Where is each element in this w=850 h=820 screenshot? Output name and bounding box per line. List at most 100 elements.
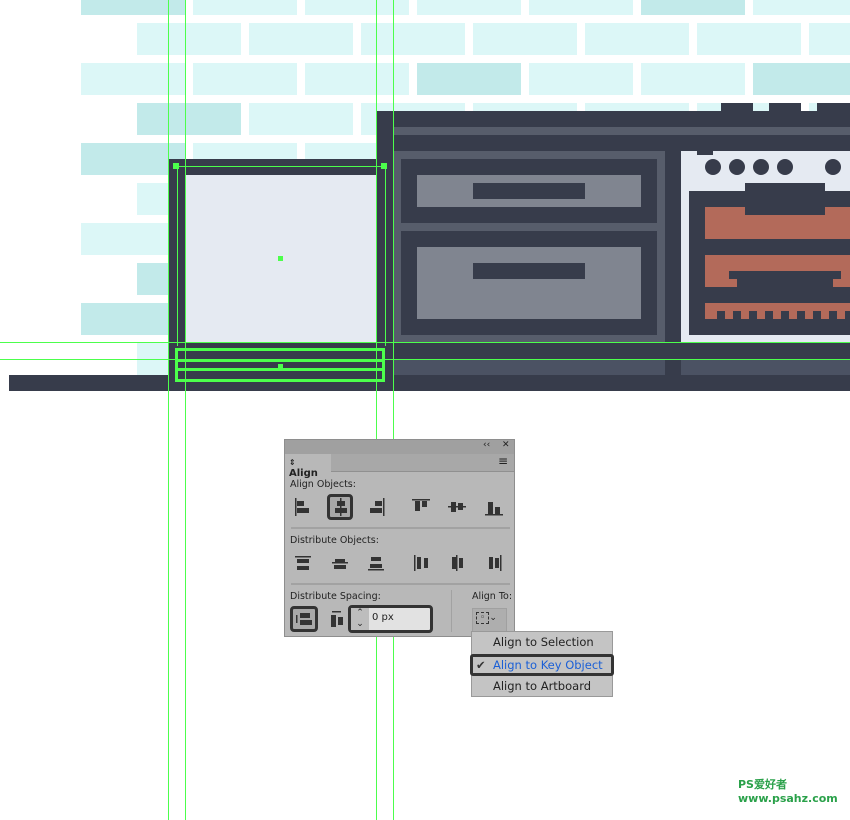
- spacing-stepper-icon[interactable]: ⌃ ⌄: [351, 608, 369, 630]
- menu-item-label: Align to Key Object: [493, 658, 603, 672]
- distribute-objects-label: Distribute Objects:: [290, 535, 379, 546]
- panel-header[interactable]: ‹‹ ✕: [285, 440, 514, 454]
- vertical-distribute-bottom-icon: [368, 557, 384, 571]
- brick: [585, 23, 689, 55]
- vertical-distribute-center-button[interactable]: [327, 550, 353, 576]
- oven-notch: [697, 151, 713, 155]
- base-panel: [393, 359, 665, 375]
- horizontal-distribute-left-icon: [413, 555, 428, 571]
- align-to-dropdown[interactable]: ◦ ⌄: [472, 608, 507, 632]
- align-objects-label: Align Objects:: [290, 479, 356, 490]
- watermark: PS爱好者 www.psahz.com: [738, 778, 838, 805]
- vertical-align-top-icon: [411, 499, 430, 511]
- spacing-input[interactable]: ⌃ ⌄ 0 px: [348, 605, 433, 633]
- menu-item-label: Align to Selection: [493, 635, 594, 649]
- brick: [529, 0, 633, 15]
- tab-align[interactable]: ⇕ Align: [285, 454, 331, 479]
- horizontal-align-center-button[interactable]: [326, 494, 353, 520]
- align-to-menu: Align to Selection ✔ Align to Key Object…: [470, 631, 614, 698]
- vertical-distribute-bottom-button[interactable]: [363, 550, 389, 576]
- horizontal-distribute-center-icon: [452, 555, 463, 571]
- horizontal-distribute-center-button[interactable]: [444, 550, 470, 576]
- guide-line[interactable]: [168, 0, 169, 820]
- brick: [641, 63, 745, 95]
- horizontal-distribute-space-button[interactable]: [324, 606, 350, 632]
- menu-item-align-to-artboard[interactable]: Align to Artboard: [472, 676, 612, 698]
- brick: [193, 63, 297, 95]
- panel-tab-bar: ⇕ Align ≡: [285, 454, 514, 479]
- guide-line[interactable]: [0, 359, 850, 360]
- brick: [81, 0, 185, 15]
- vertical-distribute-space-button[interactable]: [290, 606, 318, 632]
- horizontal-distribute-right-icon: [488, 555, 501, 571]
- menu-item-align-to-selection[interactable]: Align to Selection: [472, 632, 612, 654]
- brick: [249, 23, 353, 55]
- brick: [753, 63, 850, 95]
- guide-line[interactable]: [376, 0, 377, 820]
- brick: [473, 23, 577, 55]
- drawer-bottom-face: [417, 247, 641, 319]
- oven-knob[interactable]: [777, 159, 793, 175]
- oven-knob[interactable]: [729, 159, 745, 175]
- tab-arrows-icon: ⇕: [289, 458, 296, 467]
- horizontal-align-left-button[interactable]: [290, 494, 316, 520]
- grill-tooth: [781, 311, 789, 319]
- menu-item-label: Align to Artboard: [493, 679, 592, 693]
- selection-bounds: [177, 166, 178, 346]
- horizontal-align-right-button[interactable]: [363, 494, 389, 520]
- vertical-distribute-space-icon: [296, 613, 312, 625]
- guide-line[interactable]: [393, 0, 394, 820]
- selection-center-point: [278, 256, 283, 261]
- selection-handle[interactable]: [173, 163, 179, 169]
- horizontal-distribute-right-button[interactable]: [481, 550, 507, 576]
- floor-strip: [9, 375, 850, 391]
- guide-line[interactable]: [185, 0, 186, 820]
- grill-tooth: [733, 311, 741, 319]
- spacing-value: 0 px: [372, 612, 394, 623]
- grill-tooth: [797, 311, 805, 319]
- collapse-icon[interactable]: ‹‹: [483, 440, 490, 450]
- brick: [417, 0, 521, 15]
- tab-label: Align: [289, 468, 318, 479]
- menu-item-align-to-key-object[interactable]: ✔ Align to Key Object: [470, 654, 614, 676]
- grill-tooth: [813, 311, 821, 319]
- horizontal-distribute-left-button[interactable]: [408, 550, 434, 576]
- vertical-distribute-top-button[interactable]: [290, 550, 316, 576]
- grill-tooth: [829, 311, 837, 319]
- vertical-align-bottom-button[interactable]: [481, 494, 507, 520]
- brick: [697, 23, 801, 55]
- brick: [137, 23, 241, 55]
- distribute-spacing-label: Distribute Spacing:: [290, 591, 381, 602]
- oven-knob[interactable]: [825, 159, 841, 175]
- grill-tooth: [845, 311, 850, 319]
- horizontal-align-right-icon: [370, 498, 385, 516]
- checkmark-icon: ✔: [476, 658, 486, 672]
- vertical-align-center-button[interactable]: [444, 494, 470, 520]
- panel-menu-icon[interactable]: ≡: [498, 454, 508, 468]
- brick: [81, 63, 185, 95]
- vertical-align-bottom-icon: [484, 502, 503, 516]
- horizontal-align-left-icon: [295, 498, 309, 516]
- divider: [291, 583, 510, 585]
- divider: [451, 590, 452, 632]
- oven-knob[interactable]: [705, 159, 721, 175]
- grill-tooth: [765, 311, 773, 319]
- brick: [753, 0, 850, 15]
- horizontal-align-center-icon: [334, 498, 347, 516]
- close-icon[interactable]: ✕: [502, 440, 510, 450]
- chevron-down-icon: ⌄: [489, 613, 497, 623]
- brick: [529, 63, 633, 95]
- guide-line[interactable]: [0, 342, 850, 343]
- drawer-bottom-handle: [473, 263, 585, 279]
- selection-center-point: [278, 364, 283, 370]
- selection-handle[interactable]: [381, 163, 387, 169]
- vertical-align-center-icon: [448, 502, 466, 512]
- vertical-align-top-button[interactable]: [408, 494, 434, 520]
- brick: [249, 103, 353, 135]
- vertical-distribute-top-icon: [295, 556, 311, 570]
- brick: [417, 63, 521, 95]
- oven-knob[interactable]: [753, 159, 769, 175]
- align-to-label: Align To:: [472, 591, 513, 602]
- grill-tooth: [717, 311, 725, 319]
- selection-bounds: [176, 166, 385, 167]
